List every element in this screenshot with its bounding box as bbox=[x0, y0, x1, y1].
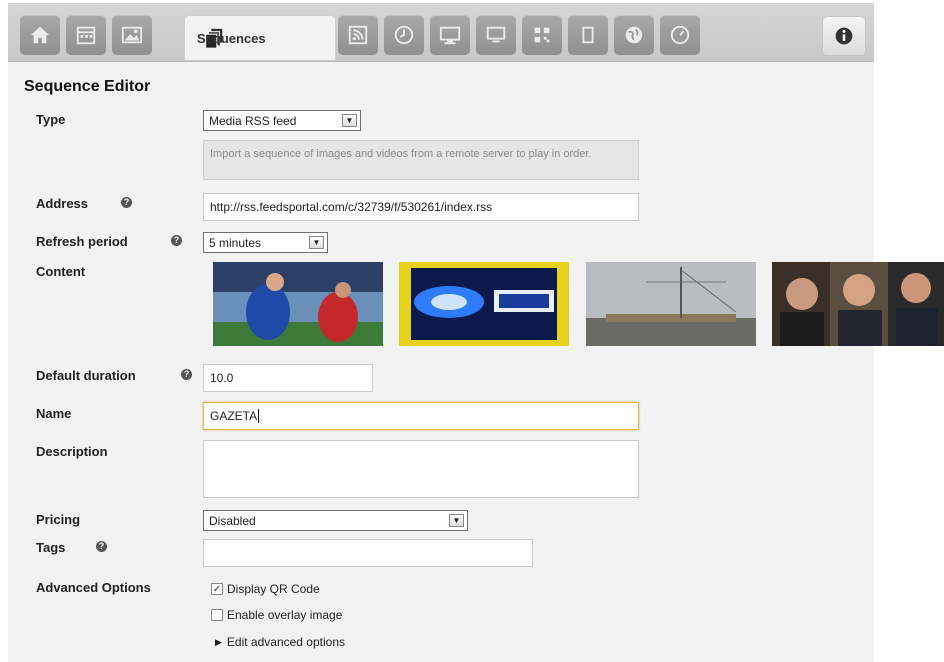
overlay-image-checkbox[interactable]: Enable overlay image bbox=[211, 608, 342, 622]
type-hint: Import a sequence of images and videos f… bbox=[203, 140, 639, 180]
home-icon[interactable] bbox=[20, 15, 60, 55]
chevron-down-icon: ▼ bbox=[309, 236, 324, 249]
film-icon[interactable] bbox=[568, 15, 608, 55]
sequence-editor-panel: Sequence Editor Type Media RSS feed ▼ Im… bbox=[8, 62, 944, 662]
name-label: Name bbox=[36, 406, 72, 421]
display-qr-label: Display QR Code bbox=[227, 582, 320, 596]
main-toolbar: Sequences bbox=[8, 3, 874, 62]
qr-icon[interactable] bbox=[522, 15, 562, 55]
help-icon[interactable]: ? bbox=[121, 197, 132, 208]
pricing-select[interactable]: Disabled ▼ bbox=[203, 510, 468, 531]
tab-sequences[interactable]: Sequences bbox=[184, 15, 336, 60]
address-field[interactable]: http://rss.feedsportal.com/c/32739/f/530… bbox=[203, 193, 639, 221]
checkbox-unchecked-icon bbox=[211, 609, 223, 621]
type-select-value: Media RSS feed bbox=[209, 113, 297, 128]
content-label: Content bbox=[36, 264, 86, 279]
chevron-down-icon: ▼ bbox=[342, 114, 357, 127]
checkbox-checked-icon: ✓ bbox=[211, 583, 223, 595]
triangle-right-icon: ▶ bbox=[215, 636, 222, 647]
text-cursor bbox=[258, 409, 260, 423]
info-button[interactable] bbox=[822, 16, 866, 56]
chevron-down-icon: ▼ bbox=[449, 514, 464, 527]
gauge-icon[interactable] bbox=[660, 15, 700, 55]
clock-icon[interactable] bbox=[384, 15, 424, 55]
display-qr-checkbox[interactable]: ✓ Display QR Code bbox=[211, 582, 320, 596]
pricing-label: Pricing bbox=[36, 512, 81, 527]
edit-advanced-options-link[interactable]: ▶ Edit advanced options bbox=[215, 635, 345, 649]
help-icon[interactable]: ? bbox=[171, 235, 182, 246]
name-field[interactable]: GAZETA bbox=[203, 402, 639, 430]
rss-icon[interactable] bbox=[338, 15, 378, 55]
overlay-image-label: Enable overlay image bbox=[227, 608, 343, 622]
refresh-period-select[interactable]: 5 minutes ▼ bbox=[203, 232, 328, 253]
image-icon[interactable] bbox=[112, 15, 152, 55]
refresh-period-value: 5 minutes bbox=[209, 235, 262, 250]
advanced-options-label: Advanced Options bbox=[36, 580, 151, 595]
globe-icon[interactable] bbox=[614, 15, 654, 55]
monitor-stand-icon[interactable] bbox=[476, 15, 516, 55]
name-value: GAZETA bbox=[210, 409, 258, 423]
pricing-value: Disabled bbox=[209, 513, 256, 528]
type-select[interactable]: Media RSS feed ▼ bbox=[203, 110, 361, 131]
info-icon bbox=[835, 27, 853, 45]
content-thumbnail[interactable] bbox=[399, 262, 569, 346]
help-icon[interactable]: ? bbox=[96, 541, 107, 552]
calendar-icon[interactable] bbox=[66, 15, 106, 55]
page-title: Sequence Editor bbox=[24, 78, 151, 95]
default-duration-label: Default duration bbox=[36, 368, 136, 383]
address-value: http://rss.feedsportal.com/c/32739/f/530… bbox=[210, 200, 493, 214]
content-thumbnail[interactable] bbox=[213, 262, 383, 346]
description-textarea[interactable] bbox=[203, 440, 639, 498]
tab-sequences-label: Sequences bbox=[197, 30, 266, 46]
refresh-period-label: Refresh period bbox=[36, 234, 128, 249]
default-duration-value: 10.0 bbox=[210, 371, 234, 385]
tags-label: Tags bbox=[36, 540, 66, 555]
default-duration-field[interactable]: 10.0 bbox=[203, 364, 373, 392]
address-label: Address bbox=[36, 196, 89, 211]
content-thumbnail[interactable] bbox=[586, 262, 756, 346]
description-label: Description bbox=[36, 444, 108, 459]
help-icon[interactable]: ? bbox=[181, 369, 192, 380]
tags-field[interactable] bbox=[203, 539, 533, 567]
monitor-icon[interactable] bbox=[430, 15, 470, 55]
edit-advanced-options-label: Edit advanced options bbox=[226, 635, 346, 649]
type-label: Type bbox=[36, 112, 66, 127]
content-thumbnail[interactable] bbox=[772, 262, 944, 346]
